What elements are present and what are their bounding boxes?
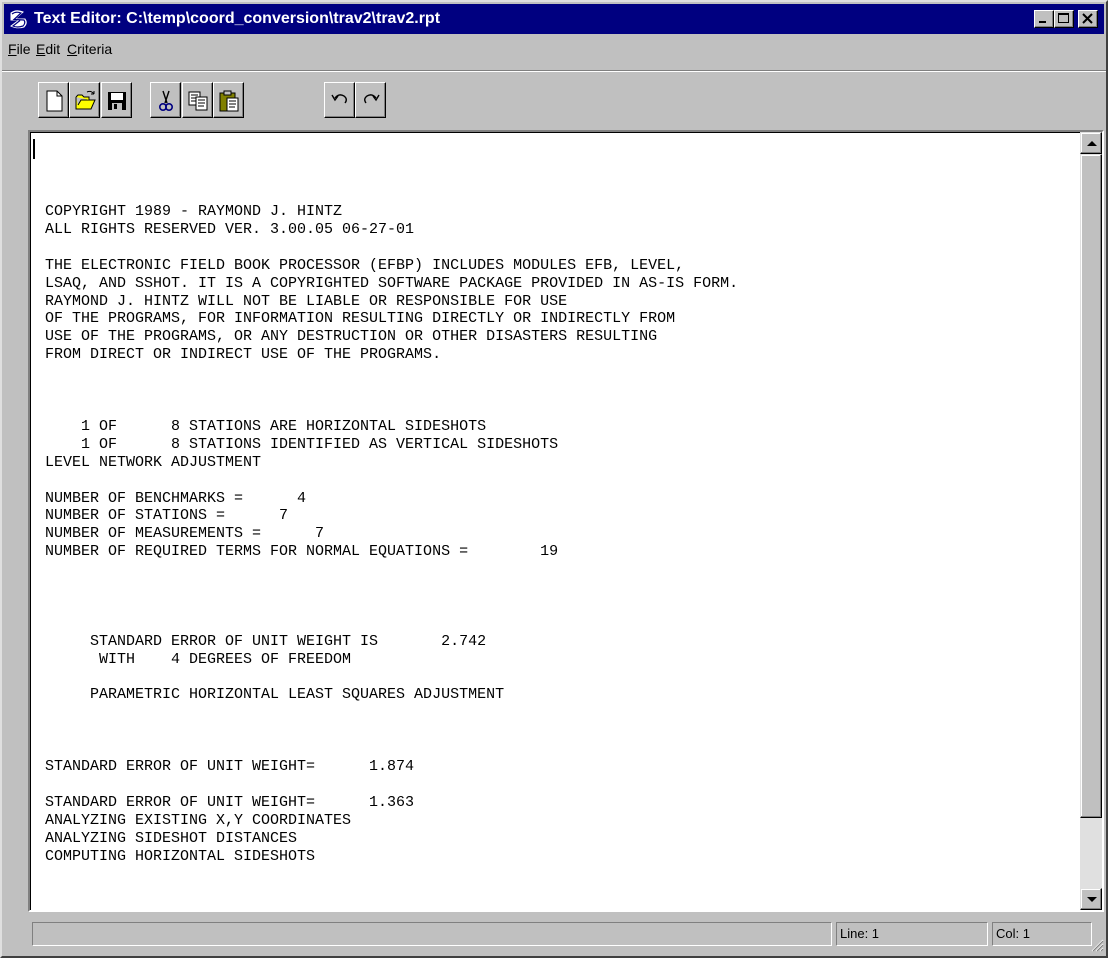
close-button[interactable] — [1078, 10, 1098, 28]
text-line: ALL RIGHTS RESERVED VER. 3.00.05 06-27-0… — [45, 220, 415, 238]
paste-button[interactable] — [213, 82, 244, 118]
scrollbar-thumb[interactable] — [1080, 154, 1102, 818]
text-line — [45, 597, 738, 615]
text-line — [45, 561, 738, 579]
text-line — [45, 472, 738, 490]
text-caret — [33, 139, 35, 159]
status-bar: Line: 1 Col: 1 — [2, 916, 1106, 956]
text-area[interactable]: COPYRIGHT 1989 - RAYMOND J. HINTZ ALL RIG… — [30, 132, 1080, 910]
text-line: COMPUTING HORIZONTAL SIDESHOTS — [45, 847, 316, 865]
menu-criteria[interactable]: Criteria — [67, 41, 112, 57]
cut-button[interactable] — [150, 82, 181, 118]
text-line: NUMBER OF MEASUREMENTS = 7 — [45, 525, 325, 543]
text-line: USE OF THE PROGRAMS, OR ANY DESTRUCTION … — [45, 328, 658, 346]
title-bar[interactable]: Text Editor: C:\temp\coord_conversion\tr… — [4, 4, 1104, 34]
copy-icon — [188, 91, 208, 111]
text-line — [45, 669, 738, 687]
resize-grip-icon[interactable] — [1090, 938, 1104, 952]
new-button[interactable] — [38, 82, 69, 118]
minimize-button[interactable] — [1034, 10, 1054, 28]
text-line — [45, 704, 738, 722]
status-message — [32, 922, 832, 946]
maximize-button[interactable] — [1054, 10, 1074, 28]
text-line — [45, 364, 738, 382]
arrow-up-icon — [1087, 141, 1097, 146]
text-line: ANALYZING SIDESHOT DISTANCES — [45, 829, 298, 847]
text-line — [45, 400, 738, 418]
text-line: STANDARD ERROR OF UNIT WEIGHT= 1.363 — [45, 793, 415, 811]
text-line — [45, 239, 738, 257]
text-line: 1 OF 8 STATIONS IDENTIFIED AS VERTICAL S… — [45, 435, 559, 453]
save-button[interactable] — [101, 82, 132, 118]
scroll-down-button[interactable] — [1080, 888, 1102, 910]
arrow-down-icon — [1087, 897, 1097, 902]
new-document-icon — [46, 90, 63, 112]
text-line: STANDARD ERROR OF UNIT WEIGHT IS 2.742 — [45, 632, 487, 650]
text-line: OF THE PROGRAMS, FOR INFORMATION RESULTI… — [45, 310, 676, 328]
text-line: 1 OF 8 STATIONS ARE HORIZONTAL SIDESHOTS — [45, 417, 487, 435]
undo-icon — [331, 94, 347, 104]
floppy-disk-icon — [108, 92, 126, 110]
menu-bar: File Edit Criteria — [4, 37, 1104, 63]
copy-button[interactable] — [182, 82, 213, 118]
toolbar-separator — [2, 70, 1106, 72]
open-folder-icon — [75, 90, 96, 110]
minimize-icon — [1039, 21, 1046, 23]
editor-frame: COPYRIGHT 1989 - RAYMOND J. HINTZ ALL RIG… — [28, 130, 1104, 912]
text-line: RAYMOND J. HINTZ WILL NOT BE LIABLE OR R… — [45, 292, 568, 310]
status-col: Col: 1 — [992, 922, 1092, 946]
report-text: COPYRIGHT 1989 - RAYMOND J. HINTZ ALL RIG… — [45, 203, 738, 866]
text-line — [45, 740, 738, 758]
clipboard-icon — [219, 90, 239, 112]
text-line: PARAMETRIC HORIZONTAL LEAST SQUARES ADJU… — [45, 686, 505, 704]
close-icon — [1082, 13, 1093, 24]
open-button[interactable] — [69, 82, 100, 118]
text-line: THE ELECTRONIC FIELD BOOK PROCESSOR (EFB… — [45, 256, 685, 274]
text-line: FROM DIRECT OR INDIRECT USE OF THE PROGR… — [45, 346, 442, 364]
app-logo-icon[interactable] — [8, 8, 30, 30]
text-line: NUMBER OF BENCHMARKS = 4 — [45, 489, 307, 507]
redo-icon — [364, 94, 380, 104]
text-line: NUMBER OF REQUIRED TERMS FOR NORMAL EQUA… — [45, 543, 559, 561]
window-title: Text Editor: C:\temp\coord_conversion\tr… — [34, 10, 441, 27]
text-editor-window: Text Editor: C:\temp\coord_conversion\tr… — [0, 0, 1108, 958]
status-line: Line: 1 — [836, 922, 988, 946]
maximize-icon — [1058, 13, 1069, 23]
text-line: ANALYZING EXISTING X,Y COORDINATES — [45, 811, 352, 829]
text-line — [45, 579, 738, 597]
text-line: LEVEL NETWORK ADJUSTMENT — [45, 453, 262, 471]
vertical-scrollbar[interactable] — [1080, 132, 1102, 910]
text-line — [45, 382, 738, 400]
text-line: WITH 4 DEGREES OF FREEDOM — [45, 650, 352, 668]
text-line — [45, 776, 738, 794]
text-line: LSAQ, AND SSHOT. IT IS A COPYRIGHTED SOF… — [45, 274, 739, 292]
redo-button[interactable] — [355, 82, 386, 118]
toolbar — [2, 66, 1106, 124]
scroll-up-button[interactable] — [1080, 132, 1102, 154]
undo-button[interactable] — [324, 82, 355, 118]
menu-edit[interactable]: Edit — [36, 41, 60, 57]
text-line — [45, 615, 738, 633]
text-line: STANDARD ERROR OF UNIT WEIGHT= 1.874 — [45, 758, 415, 776]
text-line: COPYRIGHT 1989 - RAYMOND J. HINTZ — [45, 203, 343, 220]
text-line — [45, 722, 738, 740]
scissors-icon — [158, 90, 174, 112]
text-line: NUMBER OF STATIONS = 7 — [45, 507, 289, 525]
menu-file[interactable]: File — [8, 41, 31, 57]
